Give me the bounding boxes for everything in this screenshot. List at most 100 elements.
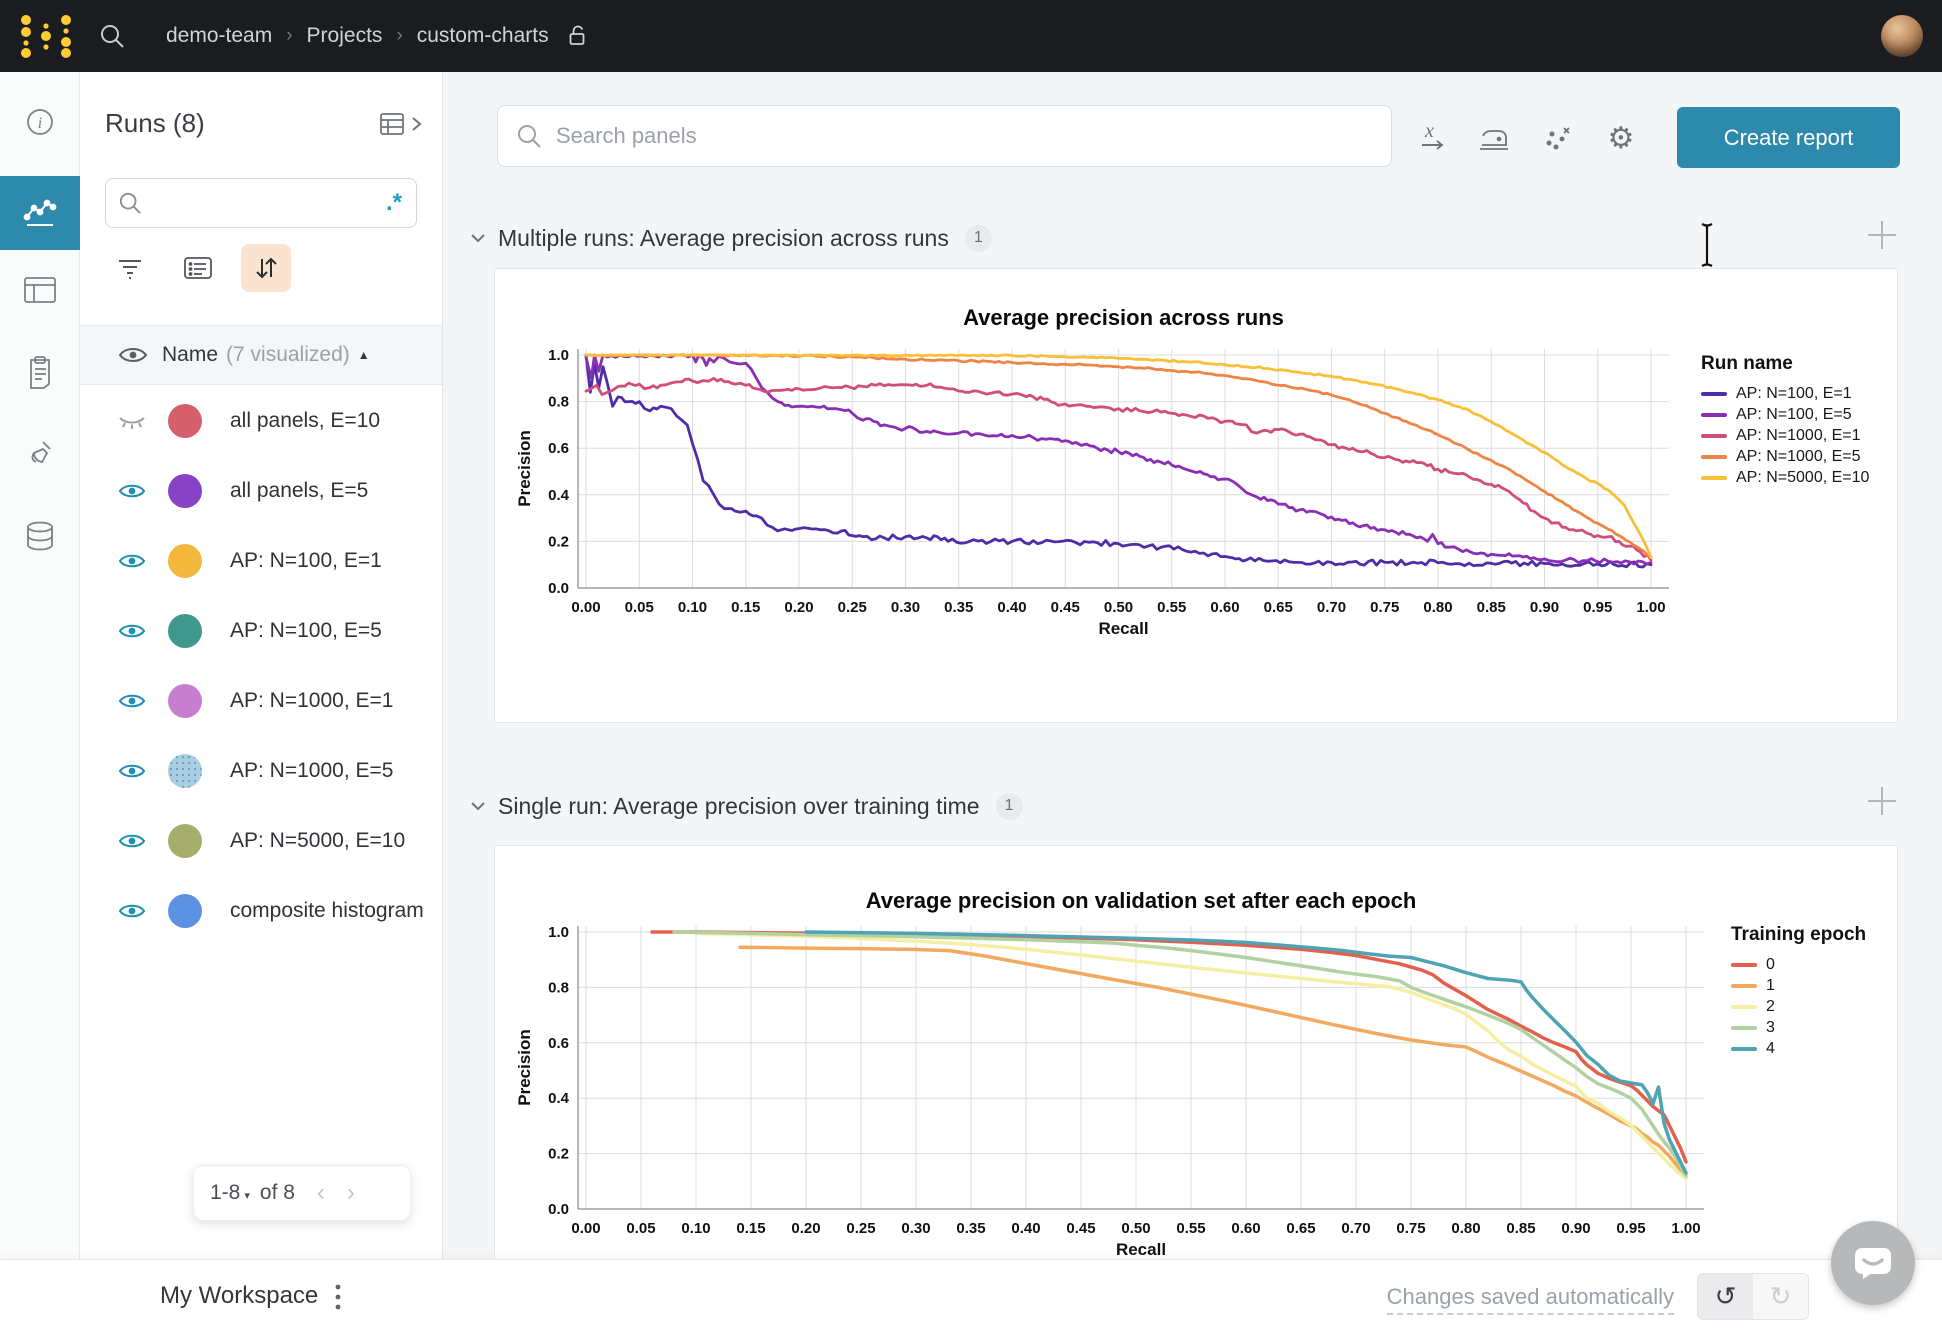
user-avatar[interactable] xyxy=(1881,15,1923,57)
x-axis-title: Recall xyxy=(1098,619,1148,638)
page-range-dropdown[interactable]: 1-8 xyxy=(210,1181,240,1205)
run-search-input[interactable] xyxy=(152,192,384,215)
breadcrumb-separator: › xyxy=(286,25,292,47)
page-range-caret-icon: ▾ xyxy=(244,1189,250,1202)
chart-panel[interactable]: Average precision across runs 0.000.050.… xyxy=(494,268,1898,723)
legend-item: 2 xyxy=(1731,996,1931,1017)
y-tick-label: 0.0 xyxy=(548,1201,569,1218)
y-tick-label: 0.6 xyxy=(548,440,569,457)
run-list-header[interactable]: Name (7 visualized) ▲ xyxy=(80,325,442,385)
sweeps-broom-icon[interactable] xyxy=(0,418,80,492)
y-tick-label: 0.2 xyxy=(548,1146,569,1163)
name-column-label: Name xyxy=(162,343,218,367)
sort-asc-icon: ▲ xyxy=(358,348,370,362)
run-row[interactable]: all panels, E=10 xyxy=(80,386,442,456)
lock-open-icon xyxy=(567,24,589,48)
run-row[interactable]: AP: N=5000, E=10 xyxy=(80,806,442,876)
x-axis-settings-icon[interactable]: x xyxy=(1412,118,1452,158)
x-tick-label: 0.85 xyxy=(1506,1220,1535,1237)
artifacts-database-icon[interactable] xyxy=(0,500,80,574)
run-row[interactable]: AP: N=100, E=5 xyxy=(80,596,442,666)
run-search-box: .* xyxy=(105,178,417,228)
undo-button[interactable]: ↺ xyxy=(1698,1274,1753,1319)
run-name-label: all panels, E=10 xyxy=(230,409,380,433)
create-report-button[interactable]: Create report xyxy=(1677,107,1900,168)
run-row[interactable]: AP: N=1000, E=1 xyxy=(80,666,442,736)
run-name-label: all panels, E=5 xyxy=(230,479,368,503)
outlier-points-icon[interactable] xyxy=(1537,118,1577,158)
regex-toggle[interactable]: .* xyxy=(384,194,404,212)
legend-label: 0 xyxy=(1766,956,1775,974)
visibility-column-icon xyxy=(118,345,148,365)
run-row[interactable]: all panels, E=5 xyxy=(80,456,442,526)
chat-bubble-icon xyxy=(1853,1245,1893,1281)
breadcrumb-separator: › xyxy=(396,25,402,47)
legend-label: AP: N=100, E=5 xyxy=(1736,406,1852,424)
x-tick-label: 0.15 xyxy=(736,1220,765,1237)
bottom-bar: My Workspace Changes saved automatically… xyxy=(0,1259,1942,1334)
workspace-tab[interactable]: My Workspace xyxy=(160,1282,318,1310)
eye-hidden-icon[interactable] xyxy=(118,411,146,431)
eye-visible-icon[interactable] xyxy=(118,691,146,711)
support-chat-button[interactable] xyxy=(1831,1221,1915,1305)
next-page-button[interactable]: › xyxy=(347,1181,355,1205)
y-axis-title: Precision xyxy=(515,1029,534,1106)
legend-swatch xyxy=(1731,1026,1757,1030)
overview-info-icon[interactable]: i xyxy=(0,85,80,159)
settings-gear-icon[interactable]: ⚙ xyxy=(1601,118,1641,158)
add-panel-button[interactable] xyxy=(1865,218,1899,252)
y-tick-label: 0.4 xyxy=(548,1090,570,1107)
x-tick-label: 0.10 xyxy=(678,599,707,616)
x-tick-label: 0.50 xyxy=(1104,599,1133,616)
notes-clipboard-icon[interactable] xyxy=(0,335,80,409)
y-tick-label: 0.8 xyxy=(548,394,569,411)
breadcrumb-project-name[interactable]: custom-charts xyxy=(417,24,549,48)
runs-table-nav-icon[interactable] xyxy=(0,253,80,327)
filter-funnel-button[interactable] xyxy=(105,244,155,292)
runs-count-title: Runs (8) xyxy=(105,108,205,139)
wandb-logo-icon[interactable] xyxy=(18,13,74,59)
breadcrumb-team[interactable]: demo-team xyxy=(166,24,272,48)
x-axis-title: Recall xyxy=(1116,1240,1166,1259)
run-row[interactable]: composite histogram xyxy=(80,876,442,946)
charts-workspace-icon[interactable] xyxy=(0,176,80,250)
x-tick-label: 0.20 xyxy=(784,599,813,616)
eye-visible-icon[interactable] xyxy=(118,551,146,571)
collapse-chevron-icon[interactable] xyxy=(470,233,486,243)
panel-search-input[interactable] xyxy=(556,123,1373,149)
nav-search-icon[interactable] xyxy=(98,22,126,50)
redo-button[interactable]: ↻ xyxy=(1753,1274,1808,1319)
breadcrumb-projects[interactable]: Projects xyxy=(307,24,383,48)
workspace-menu-kebab-icon[interactable] xyxy=(330,1278,346,1323)
run-row[interactable]: AP: N=1000, E=5 xyxy=(80,736,442,806)
smoothing-iron-icon[interactable] xyxy=(1474,118,1514,158)
panel-count-badge: 1 xyxy=(996,793,1023,820)
legend-swatch xyxy=(1701,434,1727,438)
x-tick-label: 0.40 xyxy=(1011,1220,1040,1237)
expand-run-table-button[interactable] xyxy=(380,111,422,137)
eye-visible-icon[interactable] xyxy=(118,761,146,781)
y-tick-label: 0.0 xyxy=(548,580,569,597)
eye-visible-icon[interactable] xyxy=(118,831,146,851)
x-tick-label: 0.95 xyxy=(1583,599,1612,616)
sort-button[interactable] xyxy=(241,244,291,292)
legend-label: 2 xyxy=(1766,998,1775,1016)
eye-visible-icon[interactable] xyxy=(118,621,146,641)
page-total-label: of 8 xyxy=(260,1181,295,1205)
collapse-chevron-icon[interactable] xyxy=(470,801,486,811)
eye-visible-icon[interactable] xyxy=(118,901,146,921)
add-panel-button[interactable] xyxy=(1865,784,1899,818)
precision-recall-plot: 0.000.050.100.150.200.250.300.350.400.45… xyxy=(514,341,1683,640)
legend-item: AP: N=1000, E=5 xyxy=(1701,446,1901,467)
eye-visible-icon[interactable] xyxy=(118,481,146,501)
run-color-dot xyxy=(168,894,202,928)
x-tick-label: 0.80 xyxy=(1423,599,1452,616)
legend-swatch xyxy=(1701,476,1727,480)
x-tick-label: 0.55 xyxy=(1176,1220,1205,1237)
prev-page-button[interactable]: ‹ xyxy=(317,1181,325,1205)
group-list-button[interactable] xyxy=(173,244,223,292)
search-icon xyxy=(516,123,542,149)
run-row[interactable]: AP: N=100, E=1 xyxy=(80,526,442,596)
x-tick-label: 0.60 xyxy=(1231,1220,1260,1237)
run-name-label: AP: N=1000, E=5 xyxy=(230,759,393,783)
